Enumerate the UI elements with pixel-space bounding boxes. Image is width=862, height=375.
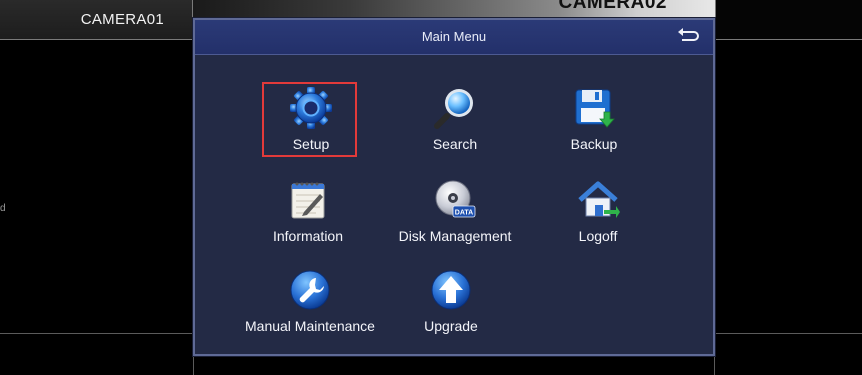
camera-tile-2[interactable]: CAMERA02 (193, 0, 715, 18)
return-arrow-icon[interactable] (675, 26, 701, 48)
menu-item-setup[interactable]: Setup (236, 86, 386, 166)
gear-icon (289, 86, 333, 130)
camera-label: CAMERA02 (558, 0, 667, 13)
menu-item-search[interactable]: Search (380, 86, 530, 166)
dialog-title: Main Menu (421, 29, 487, 44)
title-bar: Main Menu (195, 20, 713, 55)
grid-divider (714, 356, 715, 375)
menu-item-label: Backup (570, 136, 618, 152)
side-text: d (0, 203, 6, 214)
notepad-icon (286, 178, 330, 222)
floppy-disk-icon (572, 86, 616, 130)
menu-item-upgrade[interactable]: Upgrade (376, 268, 526, 348)
svg-text:DATA: DATA (455, 210, 473, 217)
menu-item-label: Logoff (578, 228, 618, 244)
camera-label: CAMERA01 (80, 11, 164, 28)
menu-item-backup[interactable]: Backup (519, 86, 669, 166)
main-menu-dialog: Main Menu Setup Search Backup Informatio… (193, 18, 715, 356)
grid-divider (0, 333, 193, 334)
home-icon (576, 178, 620, 222)
data-disc-icon: DATA (433, 178, 477, 222)
menu-item-disk-management[interactable]: DATA Disk Management (380, 178, 530, 258)
upload-arrow-icon (429, 268, 473, 312)
menu-item-label: Upgrade (424, 318, 478, 334)
menu-item-information[interactable]: Information (233, 178, 383, 258)
menu-item-manual-maintenance[interactable]: Manual Maintenance (235, 268, 385, 348)
camera-tile-3[interactable] (715, 0, 862, 40)
grid-divider (715, 333, 862, 334)
grid-divider (193, 356, 194, 375)
wrench-icon (288, 268, 332, 312)
magnifier-icon (433, 86, 477, 130)
camera-tile-1[interactable]: CAMERA01 (0, 0, 193, 40)
menu-item-logoff[interactable]: Logoff (523, 178, 673, 258)
